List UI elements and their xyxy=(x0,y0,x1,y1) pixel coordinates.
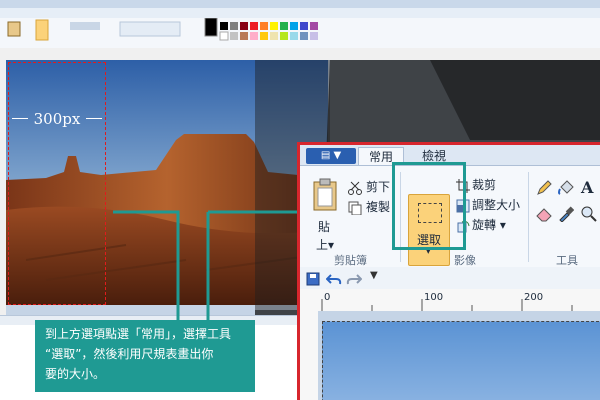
redo-icon[interactable] xyxy=(346,271,363,290)
color-picker-icon[interactable] xyxy=(558,206,575,226)
fill-bucket-icon[interactable] xyxy=(558,180,574,200)
rotate-button[interactable]: 旋轉 ▾ xyxy=(472,216,506,233)
zoom-vertical-ruler xyxy=(300,311,319,400)
undo-icon[interactable] xyxy=(325,271,342,290)
image-group-label: 影像 xyxy=(454,254,476,267)
eraser-icon[interactable] xyxy=(536,206,552,226)
group-separator xyxy=(528,172,529,262)
paste-dropdown[interactable]: 上▾ xyxy=(316,236,334,253)
zoom-horizontal-ruler: 0 100 200 xyxy=(300,289,600,312)
instruction-line-3: 要的大小。 xyxy=(45,367,106,381)
save-icon[interactable] xyxy=(306,271,320,290)
ruler-tick-200: 200 xyxy=(524,292,544,303)
application-menu-button[interactable]: ▤ ▼ xyxy=(306,148,356,164)
text-tool-icon[interactable]: A xyxy=(581,178,593,197)
quick-access-toolbar: ▼ xyxy=(300,267,600,289)
cut-button[interactable]: 剪下 xyxy=(366,178,390,195)
pencil-icon[interactable] xyxy=(536,180,552,200)
crop-button[interactable]: 裁剪 xyxy=(472,176,496,193)
paste-button-label[interactable]: 貼 xyxy=(318,218,330,235)
instruction-line-2: “選取”，然後利用尺規表畫出你 xyxy=(45,347,214,361)
zoom-canvas-image xyxy=(322,321,600,400)
clipboard-group-label: 剪貼簿 xyxy=(334,254,367,267)
magnifier-icon[interactable] xyxy=(581,206,597,226)
scissors-icon[interactable] xyxy=(348,180,362,199)
instruction-line-1: 到上方選項點選「常用」，選擇工具 xyxy=(45,327,232,341)
clipboard-icon[interactable] xyxy=(312,178,338,216)
ruler-tick-100: 100 xyxy=(424,292,444,303)
tools-group-label: 工具 xyxy=(556,254,578,267)
customize-toolbar-icon[interactable]: ▼ xyxy=(370,270,378,281)
copy-button[interactable]: 複製 xyxy=(366,198,390,215)
ruler-ticks xyxy=(321,299,573,311)
select-tool-highlight xyxy=(392,162,466,250)
resize-button[interactable]: 調整大小 xyxy=(472,196,520,213)
instruction-callout: 到上方選項點選「常用」，選擇工具 “選取”，然後利用尺規表畫出你 要的大小。 xyxy=(35,320,255,392)
ruler-tick-0: 0 xyxy=(324,292,331,303)
copy-icon[interactable] xyxy=(348,200,362,219)
